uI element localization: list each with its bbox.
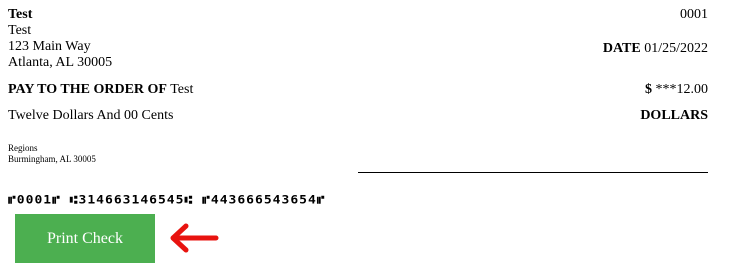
print-check-button[interactable]: Print Check [15,214,155,263]
check-number: 0001 [680,7,708,22]
payer-address-city: Atlanta, AL 30005 [8,55,113,70]
payer-line-1: Test [8,23,32,38]
payee-name: Test [170,82,194,97]
date-block: DATE 01/25/2022 [603,41,708,57]
amount-symbol: $ [645,82,652,97]
payer-address-street: 123 Main Way [8,39,91,54]
amount-value: ***12.00 [655,82,709,97]
bank-name: Regions [8,143,38,153]
written-amount: Twelve Dollars And 00 Cents [8,108,174,123]
arrow-left-icon [170,223,219,253]
date-value: 01/25/2022 [644,41,708,56]
payer-name: Test [8,7,33,22]
micr-line: ⑈0001⑈ ⑆314663146545⑆ ⑈443666543654⑈ [8,193,326,208]
arrow-left-icon-shape [170,223,219,253]
pay-to-row: PAY TO THE ORDER OF Test [8,82,193,98]
signature-line [358,172,708,173]
date-label: DATE [602,41,641,56]
amount-block: $ ***12.00 [645,82,708,98]
bank-address: Burmingham, AL 30005 [8,154,96,164]
pay-to-label: PAY TO THE ORDER OF [8,82,167,97]
dollars-label: DOLLARS [640,108,708,123]
